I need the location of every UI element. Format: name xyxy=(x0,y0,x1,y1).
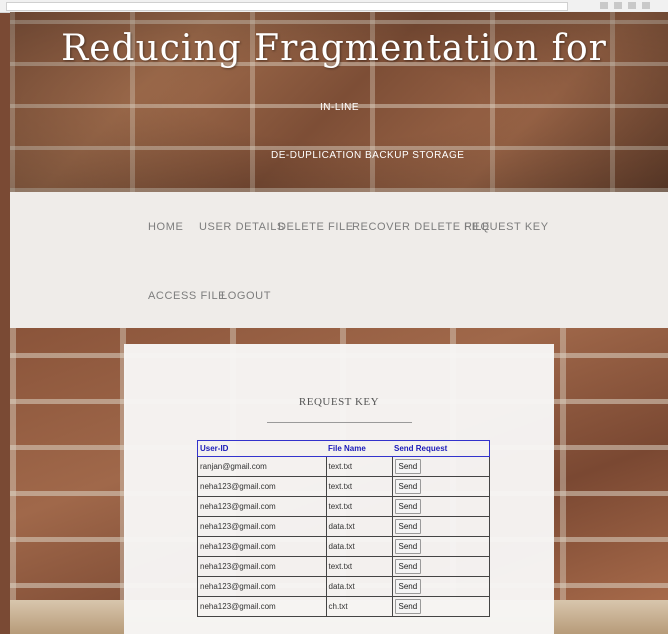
cell-user-id: neha123@gmail.com xyxy=(197,576,327,597)
cell-user-id: neha123@gmail.com xyxy=(197,556,327,577)
send-button[interactable]: Send xyxy=(394,479,422,494)
cell-file-name: ch.txt xyxy=(325,596,393,617)
cell-file-name: text.txt xyxy=(325,456,393,477)
cell-send-request: Send xyxy=(391,596,490,617)
cell-user-id: neha123@gmail.com xyxy=(197,476,327,497)
browser-button[interactable] xyxy=(628,2,636,9)
table-header-row: User-ID File Name Send Request xyxy=(197,440,490,457)
table-row: neha123@gmail.com text.txt Send xyxy=(197,496,490,517)
send-button[interactable]: Send xyxy=(394,459,422,474)
browser-button[interactable] xyxy=(614,2,622,9)
cell-user-id: neha123@gmail.com xyxy=(197,536,327,557)
send-button[interactable]: Send xyxy=(394,499,422,514)
main-navigation: HOME USER DETAILS DELETE FILE RECOVER DE… xyxy=(10,192,668,328)
send-button[interactable]: Send xyxy=(394,519,422,534)
table-row: neha123@gmail.com ch.txt Send xyxy=(197,596,490,617)
table-row: neha123@gmail.com text.txt Send xyxy=(197,476,490,497)
cell-user-id: neha123@gmail.com xyxy=(197,516,327,537)
cell-file-name: text.txt xyxy=(325,496,393,517)
nav-user-details[interactable]: USER DETAILS xyxy=(199,221,285,233)
cell-file-name: text.txt xyxy=(325,556,393,577)
send-button[interactable]: Send xyxy=(394,539,422,554)
send-button[interactable]: Send xyxy=(394,599,422,614)
cell-file-name: data.txt xyxy=(325,536,393,557)
cell-user-id: ranjan@gmail.com xyxy=(197,456,327,477)
table-row: ranjan@gmail.com text.txt Send xyxy=(197,456,490,477)
cell-send-request: Send xyxy=(391,576,490,597)
nav-access-file[interactable]: ACCESS FILE xyxy=(148,290,226,302)
cell-send-request: Send xyxy=(391,496,490,517)
site-subtitle-line1: IN-LINE xyxy=(320,102,360,113)
request-key-table: User-ID File Name Send Request ranjan@gm… xyxy=(197,440,490,617)
cell-file-name: data.txt xyxy=(325,576,393,597)
panel-title: REQUEST KEY xyxy=(298,396,380,408)
table-row: neha123@gmail.com data.txt Send xyxy=(197,576,490,597)
cell-user-id: neha123@gmail.com xyxy=(197,496,327,517)
cell-send-request: Send xyxy=(391,556,490,577)
address-bar[interactable] xyxy=(6,2,568,11)
column-header-user-id: User-ID xyxy=(197,440,326,457)
cell-file-name: text.txt xyxy=(325,476,393,497)
cell-user-id: neha123@gmail.com xyxy=(197,596,327,617)
table-row: neha123@gmail.com data.txt Send xyxy=(197,516,490,537)
nav-request-key[interactable]: REQUEST KEY xyxy=(464,221,549,233)
send-button[interactable]: Send xyxy=(394,559,422,574)
nav-logout[interactable]: LOGOUT xyxy=(221,290,271,302)
cell-file-name: data.txt xyxy=(325,516,393,537)
browser-button[interactable] xyxy=(642,2,650,9)
nav-delete-file[interactable]: DELETE FILE xyxy=(278,221,354,233)
cell-send-request: Send xyxy=(391,536,490,557)
cell-send-request: Send xyxy=(391,476,490,497)
table-row: neha123@gmail.com text.txt Send xyxy=(197,556,490,577)
send-button[interactable]: Send xyxy=(394,579,422,594)
cell-send-request: Send xyxy=(391,456,490,477)
site-subtitle-line2: DE-DUPLICATION BACKUP STORAGE xyxy=(271,150,465,161)
column-header-send-request: Send Request xyxy=(392,440,490,457)
column-header-file-name: File Name xyxy=(326,440,392,457)
title-divider xyxy=(267,422,412,423)
table-row: neha123@gmail.com data.txt Send xyxy=(197,536,490,557)
nav-home[interactable]: HOME xyxy=(148,221,183,233)
site-title: Reducing Fragmentation for xyxy=(61,28,607,69)
browser-button[interactable] xyxy=(600,2,608,9)
cell-send-request: Send xyxy=(391,516,490,537)
